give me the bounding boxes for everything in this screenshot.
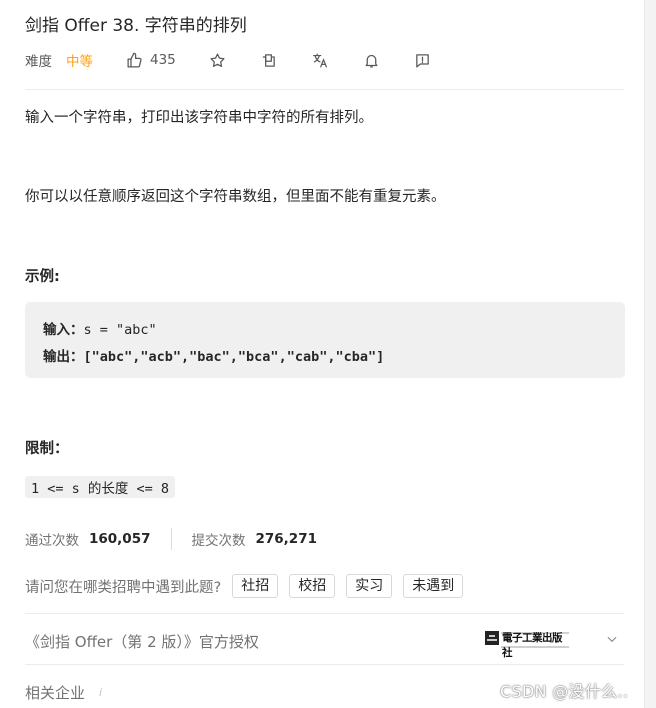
constraints-heading: 限制： [25,441,69,457]
stats-bar: 通过次数 160,057 提交次数 276,271 [25,527,625,551]
accepted-label: 通过次数 [25,533,79,549]
notification-button[interactable] [363,52,380,69]
like-button[interactable]: 435 [126,52,176,69]
survey-option-campus[interactable]: 校招 [289,574,336,598]
problem-panel: 剑指 Offer 38. 字符串的排列 难度 中等 435 输入一个字符串，打印… [0,0,645,708]
accepted-value: 160,057 [89,531,151,547]
license-divider [25,664,624,665]
submitted-value: 276,271 [255,531,318,547]
survey-option-internship[interactable]: 实习 [346,574,393,598]
submitted-label: 提交次数 [191,533,246,549]
survey-option-social[interactable]: 社招 [232,574,279,598]
publisher-logo-text: 電子工業出版社 [502,632,563,659]
example-input-label: 输入： [43,322,84,338]
interview-survey: 请问您在哪类招聘中遇到此题? 社招 校招 实习 未遇到 [25,573,625,599]
publisher-logo: 電子工業出版社 [485,628,571,659]
csdn-watermark: CSDN @没什么.. [500,682,629,701]
star-icon [210,52,225,67]
translate-button[interactable] [311,52,329,69]
thumbs-up-icon [127,52,142,68]
like-count: 435 [150,52,176,68]
license-text: 《剑指 Offer（第 2 版）》官方授权 [25,632,259,651]
constraint-code: 1 <= s 的长度 <= 8 [25,476,176,498]
example-block: 输入：s = "abc" 输出：["abc","acb","bac","bca"… [25,302,625,378]
example-input-value: s = "abc" [83,322,157,338]
difficulty-label: 难度 [25,54,52,70]
problem-meta-bar: 难度 中等 435 [25,48,625,72]
bell-icon [365,54,378,68]
example-output-label: 输出： [43,349,84,365]
problem-title: 剑指 Offer 38. 字符串的排列 [25,16,247,36]
constraint-row: 1 <= s 的长度 <= 8 [25,476,625,498]
survey-question: 请问您在哪类招聘中遇到此题? [25,579,222,596]
scrollbar-track[interactable] [646,0,656,708]
feedback-icon [415,53,429,68]
license-row[interactable]: 《剑指 Offer（第 2 版）》官方授权 電子工業出版社 [25,628,625,659]
difficulty-value: 中等 [66,54,93,70]
share-button[interactable] [260,52,277,69]
related-companies-label: 相关企业 [25,683,86,702]
share-icon [262,53,275,67]
example-output-value: ["abc","acb","bac","bca","cab","cba"] [83,349,385,365]
description-paragraph-1: 输入一个字符串，打印出该字符串中字符的所有排列。 [25,110,373,126]
survey-option-never[interactable]: 未遇到 [403,574,464,598]
header-divider [25,89,624,90]
translate-icon [312,53,327,67]
info-icon: i [99,685,103,699]
description-paragraph-2: 你可以以任意顺序返回这个字符串数组，但里面不能有重复元素。 [25,189,446,205]
feedback-button[interactable] [414,52,431,69]
example-heading: 示例: [25,269,60,285]
stats-separator [170,528,172,550]
example-output-line: 输出：["abc","acb","bac","bca","cab","cba"] [43,344,607,371]
survey-divider [25,613,624,614]
favorite-button[interactable] [209,52,226,69]
example-input-line: 输入：s = "abc" [43,317,607,344]
chevron-down-icon[interactable] [605,632,619,646]
